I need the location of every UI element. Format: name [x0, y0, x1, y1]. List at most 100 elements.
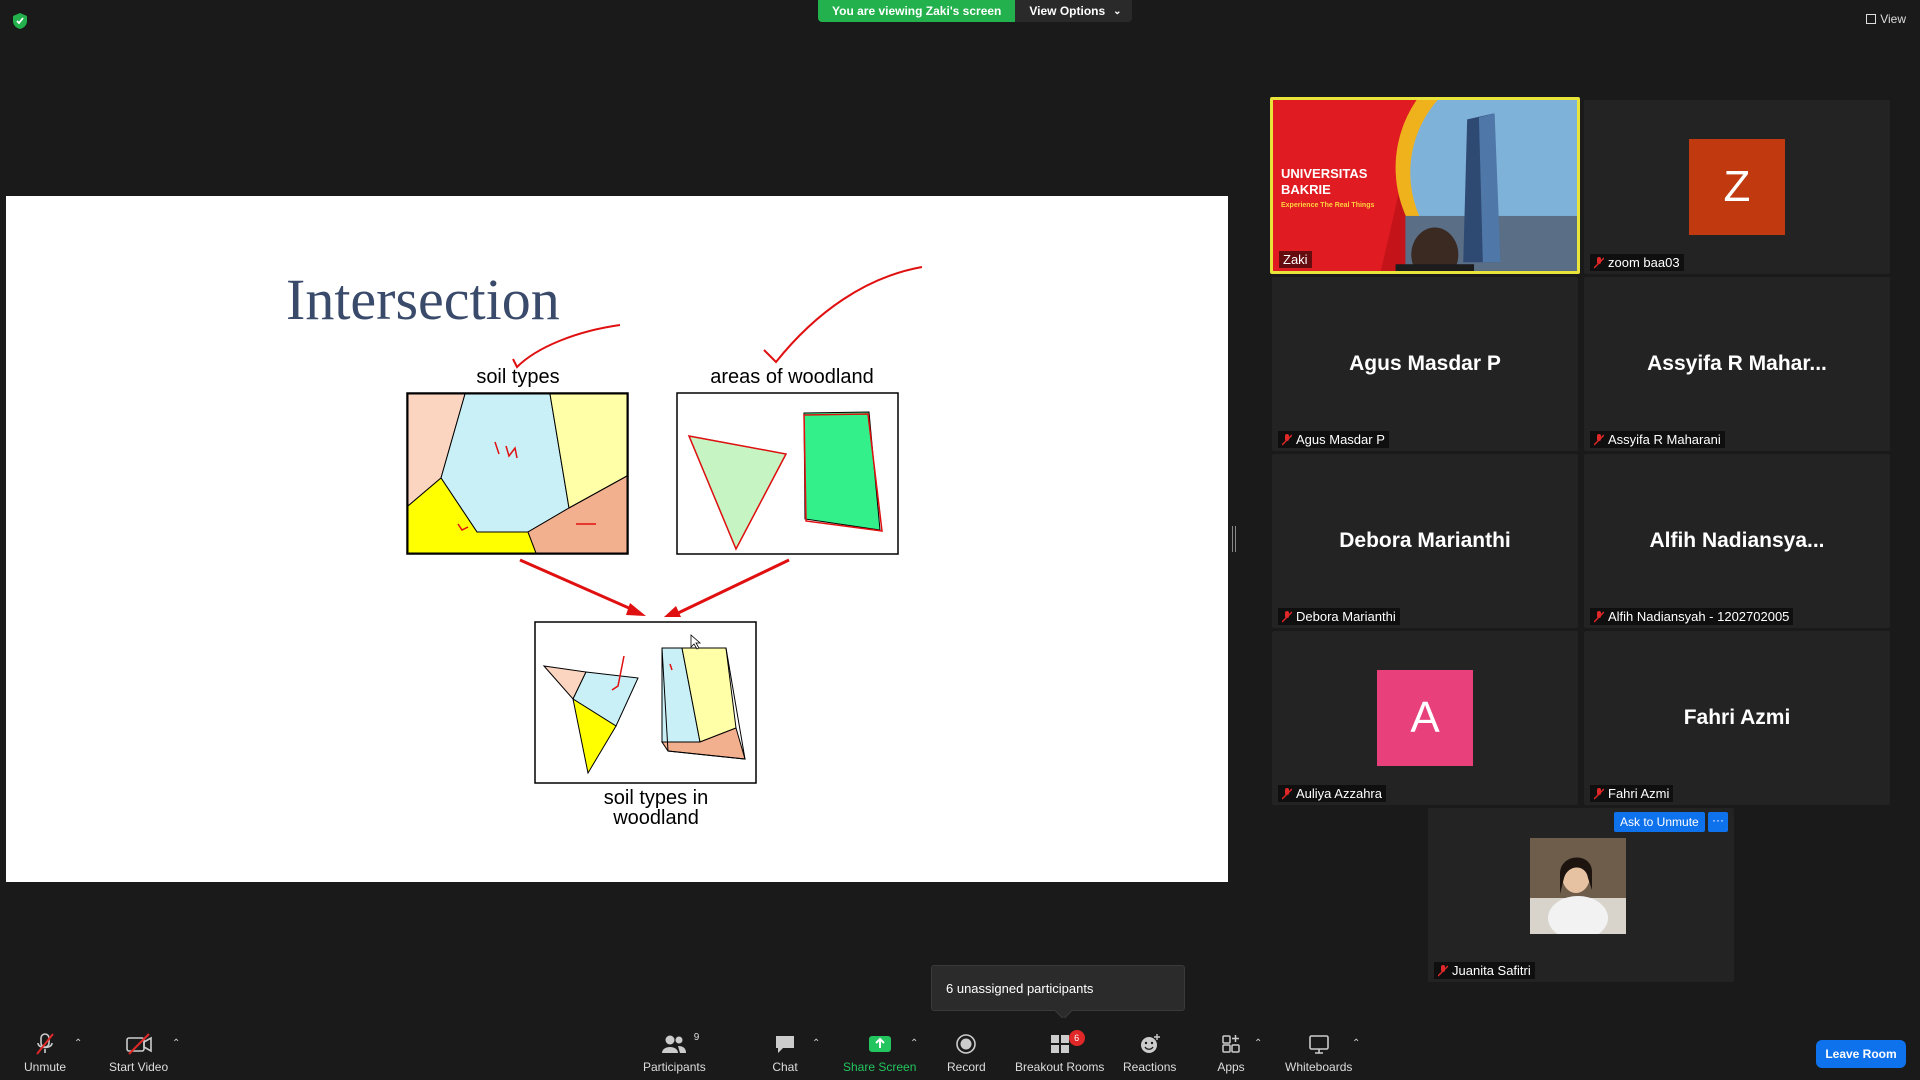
- participant-tile-alfih[interactable]: Alfih Nadiansya... Alfih Nadiansyah - 12…: [1584, 454, 1890, 628]
- breakout-rooms-button[interactable]: 6 Breakout Rooms: [1015, 1030, 1105, 1074]
- panel-splitter-handle[interactable]: [1232, 526, 1236, 552]
- juanita-video-feed: [1530, 838, 1626, 934]
- microphone-muted-icon: [36, 1033, 54, 1055]
- chat-button[interactable]: Chat: [770, 1032, 800, 1074]
- soil-types-map: [406, 392, 629, 555]
- participant-tile-agus[interactable]: Agus Masdar P Agus Masdar P: [1272, 277, 1578, 451]
- apps-icon: [1222, 1035, 1240, 1053]
- ask-to-unmute-button[interactable]: Ask to Unmute: [1614, 812, 1705, 832]
- whiteboards-label: Whiteboards: [1285, 1060, 1353, 1074]
- more-options-button[interactable]: ···: [1708, 812, 1728, 832]
- unmute-label: Unmute: [24, 1060, 67, 1074]
- participant-nametag: Auliya Azzahra: [1278, 785, 1386, 802]
- mic-muted-icon: [1594, 610, 1604, 622]
- participants-label: Participants: [643, 1060, 706, 1074]
- share-screen-button[interactable]: Share Screen: [843, 1032, 916, 1074]
- whiteboard-icon: [1308, 1035, 1329, 1054]
- start-video-button[interactable]: Start Video: [109, 1032, 168, 1074]
- woodland-map: [676, 392, 899, 555]
- share-screen-label: Share Screen: [843, 1060, 917, 1074]
- record-button[interactable]: Record: [947, 1032, 986, 1074]
- audio-options-caret-icon[interactable]: ⌃: [74, 1038, 82, 1049]
- shared-screen: Intersection soil types areas of woodlan…: [6, 196, 1228, 882]
- apps-label: Apps: [1217, 1060, 1245, 1074]
- mic-muted-icon: [1282, 610, 1292, 622]
- participant-nametag: Assyifa R Maharani: [1590, 431, 1725, 448]
- participant-nametag: Debora Marianthi: [1278, 608, 1400, 625]
- nametag-text: Zaki: [1283, 252, 1308, 267]
- participant-nametag: Alfih Nadiansyah - 1202702005: [1590, 608, 1794, 625]
- nametag-text: Debora Marianthi: [1296, 609, 1396, 624]
- chat-bubble-icon: [776, 1036, 794, 1053]
- apps-button[interactable]: Apps: [1216, 1032, 1246, 1074]
- participant-display-name: Fahri Azmi: [1683, 706, 1791, 729]
- participant-tile-zoom-baa03[interactable]: Z zoom baa03: [1584, 100, 1890, 274]
- breakout-tooltip: 6 unassigned participants: [931, 965, 1185, 1011]
- mic-muted-icon: [1594, 787, 1604, 799]
- share-screen-icon: [868, 1036, 891, 1052]
- reactions-button[interactable]: Reactions: [1123, 1032, 1176, 1074]
- avatar: Z: [1689, 139, 1785, 235]
- record-label: Record: [947, 1060, 986, 1074]
- video-camera-off-icon: [125, 1033, 152, 1055]
- leave-room-button[interactable]: Leave Room: [1816, 1040, 1906, 1068]
- chevron-down-icon: ⌄: [1113, 5, 1122, 17]
- smiley-icon: [1140, 1034, 1160, 1053]
- mic-muted-icon: [1594, 433, 1604, 445]
- view-layout-button[interactable]: View: [1866, 12, 1906, 26]
- mic-muted-icon: [1282, 433, 1292, 445]
- participant-tile-fahri[interactable]: Fahri Azmi Fahri Azmi: [1584, 631, 1890, 805]
- whiteboards-options-caret-icon[interactable]: ⌃: [1352, 1038, 1360, 1049]
- whiteboards-button[interactable]: Whiteboards: [1285, 1032, 1352, 1074]
- view-options-button[interactable]: View Options ⌄: [1015, 0, 1132, 22]
- view-label: View: [1880, 12, 1906, 26]
- slide-diagram: [406, 266, 923, 784]
- label-result-line2: woodland: [613, 807, 699, 829]
- video-options-caret-icon[interactable]: ⌃: [172, 1038, 180, 1049]
- label-soil-types: soil types: [476, 366, 560, 388]
- participant-display-name: Debora Marianthi: [1339, 529, 1511, 552]
- participant-nametag: zoom baa03: [1590, 254, 1684, 271]
- checkmark-woodland: [763, 266, 923, 364]
- participant-nametag: Zaki: [1279, 251, 1312, 268]
- brand-line1: UNIVERSITAS: [1281, 166, 1368, 181]
- nametag-text: Agus Masdar P: [1296, 432, 1385, 447]
- participant-nametag: Agus Masdar P: [1278, 431, 1389, 448]
- nametag-text: Fahri Azmi: [1608, 786, 1670, 801]
- participants-icon: [662, 1035, 687, 1053]
- slide-title: Intersection: [286, 267, 560, 332]
- participant-tile-auliya[interactable]: A Auliya Azzahra: [1272, 631, 1578, 805]
- nametag-text: zoom baa03: [1608, 255, 1680, 270]
- arrows: [519, 558, 790, 617]
- share-options-caret-icon[interactable]: ⌃: [910, 1038, 918, 1049]
- participant-nametag: Fahri Azmi: [1590, 785, 1674, 802]
- nametag-text: Auliya Azzahra: [1296, 786, 1382, 801]
- mic-muted-icon: [1594, 256, 1604, 268]
- apps-options-caret-icon[interactable]: ⌃: [1254, 1038, 1262, 1049]
- participant-tile-assyifa[interactable]: Assyifa R Mahar... Assyifa R Maharani: [1584, 277, 1890, 451]
- security-shield-icon[interactable]: [12, 12, 28, 30]
- layout-grid-icon: [1866, 14, 1877, 24]
- participant-display-name: Agus Masdar P: [1349, 352, 1501, 375]
- meeting-toolbar: Unmute ⌃ Start Video ⌃ 9 Participants Ch…: [0, 1018, 1920, 1080]
- viewing-banner: You are viewing Zaki's screen View Optio…: [818, 0, 1132, 22]
- nametag-text: Assyifa R Maharani: [1608, 432, 1721, 447]
- label-result-line1: soil types in: [603, 787, 709, 809]
- start-video-label: Start Video: [109, 1060, 169, 1074]
- breakout-rooms-label: Breakout Rooms: [1015, 1060, 1105, 1074]
- brand-text: UNIVERSITAS BAKRIE: [1281, 166, 1367, 198]
- nametag-text: Juanita Safitri: [1452, 963, 1531, 978]
- participant-tile-zaki[interactable]: UNIVERSITAS BAKRIE Experience The Real T…: [1270, 97, 1580, 274]
- mic-muted-icon: [1282, 787, 1292, 799]
- avatar: A: [1377, 670, 1473, 766]
- participants-count: 9: [693, 1032, 700, 1043]
- unmute-button[interactable]: Unmute: [24, 1032, 66, 1074]
- participant-tile-debora[interactable]: Debora Marianthi Debora Marianthi: [1272, 454, 1578, 628]
- participant-tile-juanita[interactable]: Juanita Safitri: [1428, 808, 1734, 982]
- participant-display-name: Alfih Nadiansya...: [1649, 529, 1825, 552]
- chat-label: Chat: [772, 1060, 798, 1074]
- intersection-result-map: [534, 621, 757, 784]
- chat-options-caret-icon[interactable]: ⌃: [812, 1038, 820, 1049]
- participant-display-name: Assyifa R Mahar...: [1647, 352, 1827, 375]
- participants-button[interactable]: 9 Participants: [643, 1032, 706, 1074]
